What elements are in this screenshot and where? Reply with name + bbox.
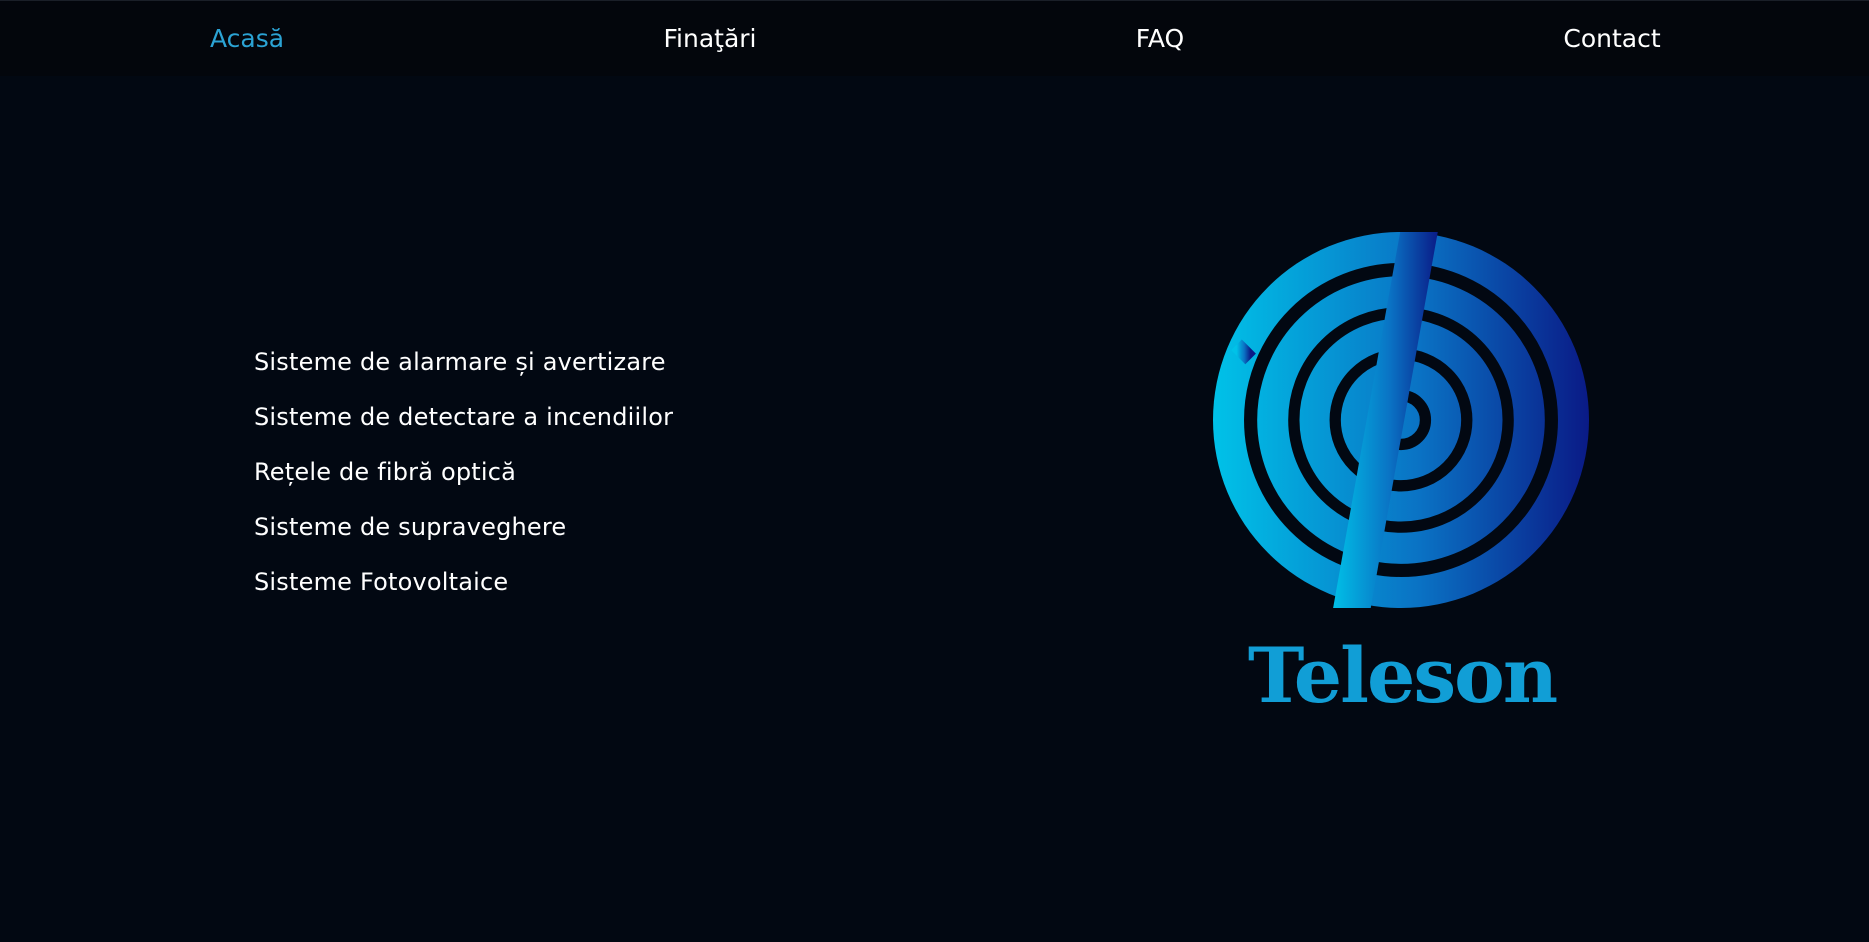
top-navigation: Acasă Finaţări FAQ Contact — [0, 0, 1869, 76]
nav-home-link[interactable]: Acasă — [210, 1, 284, 77]
nav-projects-link[interactable]: Finaţări — [663, 1, 756, 77]
brand-name: Teleson — [1247, 631, 1558, 720]
service-item: Sisteme de alarmare și avertizare — [254, 348, 666, 376]
nav-faq-link[interactable]: FAQ — [1136, 1, 1184, 77]
services-list: Sisteme de alarmare și avertizare Sistem… — [254, 335, 673, 610]
service-item: Sisteme de detectare a incendiilor — [254, 403, 674, 431]
nav-contact-link[interactable]: Contact — [1563, 1, 1660, 77]
service-item: Rețele de fibră optică — [254, 458, 517, 486]
service-item: Sisteme de supraveghere — [254, 513, 567, 541]
service-item: Sisteme Fotovoltaice — [254, 568, 509, 596]
teleson-logo-icon — [1213, 232, 1589, 608]
